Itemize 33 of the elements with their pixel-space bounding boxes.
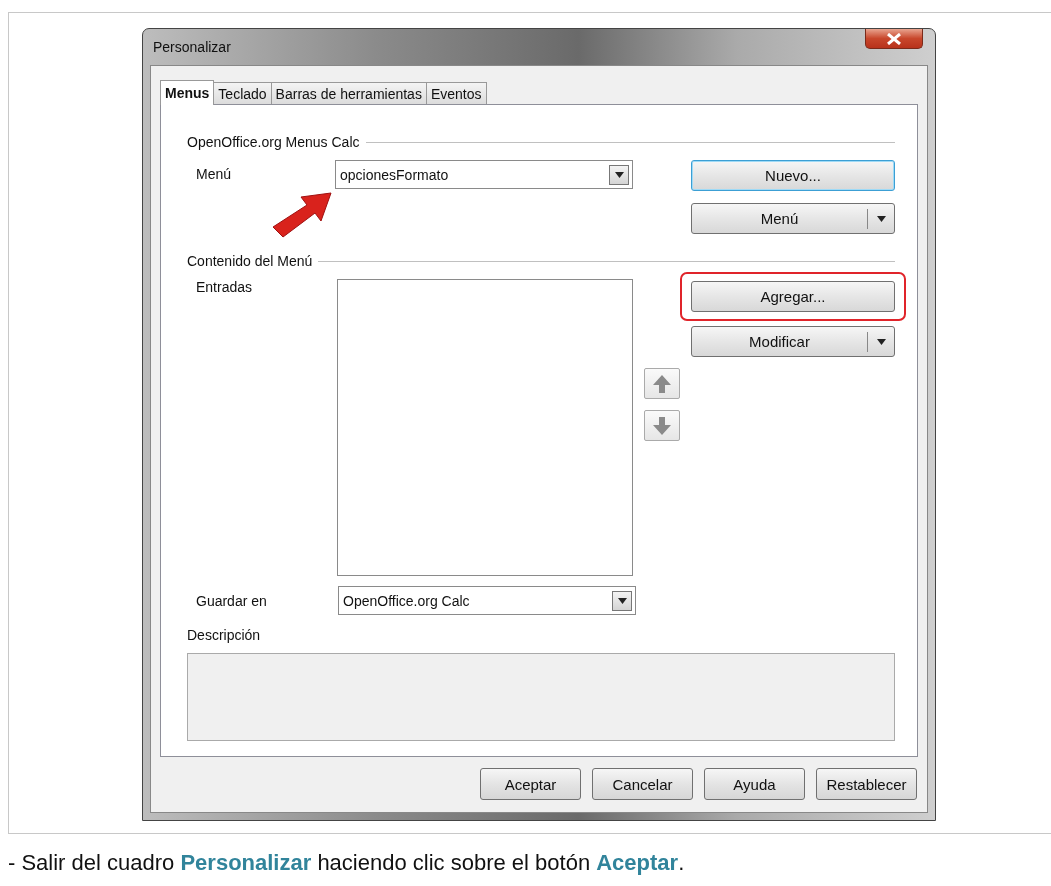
menu-button[interactable]: Menú xyxy=(691,203,895,234)
move-down-button[interactable] xyxy=(644,410,680,441)
dialog-button[interactable]: Cancelar xyxy=(592,768,693,800)
close-button[interactable] xyxy=(865,29,923,49)
action-button[interactable]: Nuevo... xyxy=(691,160,895,191)
tab[interactable]: Eventos xyxy=(425,82,487,104)
field-label: Entradas xyxy=(195,279,254,295)
field-label: Menú xyxy=(195,165,233,182)
dialog-button[interactable]: Ayuda xyxy=(704,768,805,800)
action-button[interactable]: Agregar... xyxy=(691,281,895,312)
field-label: Guardar en xyxy=(195,592,268,609)
section-heading: OpenOffice.org Menus Calc xyxy=(187,134,360,150)
tab[interactable]: Teclado xyxy=(213,82,272,104)
caret-icon xyxy=(876,215,886,222)
dialog-button[interactable]: Aceptar xyxy=(480,768,581,800)
caret-icon xyxy=(614,171,624,178)
field-label: Descripción xyxy=(187,627,261,643)
save-dropdown[interactable]: OpenOffice.org Calc xyxy=(338,586,636,615)
section-heading: Contenido del Menú xyxy=(187,253,313,269)
move-up-button[interactable] xyxy=(644,368,680,399)
tab[interactable]: Barras de herramientas xyxy=(270,82,427,104)
menu-dropdown[interactable]: opcionesFormato xyxy=(335,160,633,189)
menu-button[interactable]: Modificar xyxy=(691,326,895,357)
caret-icon xyxy=(876,338,886,345)
tab[interactable]: Menus xyxy=(160,80,215,105)
instruction-text: - Salir del cuadro Personalizar haciendo clic sobre el botón Aceptar. xyxy=(8,850,686,876)
arrow-icon xyxy=(271,191,333,239)
caret-icon xyxy=(617,597,627,604)
arrow-up-icon xyxy=(652,373,672,394)
window-title: Personalizar xyxy=(153,39,231,55)
arrow-down-icon xyxy=(652,415,672,436)
dialog-button[interactable]: Restablecer xyxy=(816,768,917,800)
close-icon xyxy=(887,32,901,45)
